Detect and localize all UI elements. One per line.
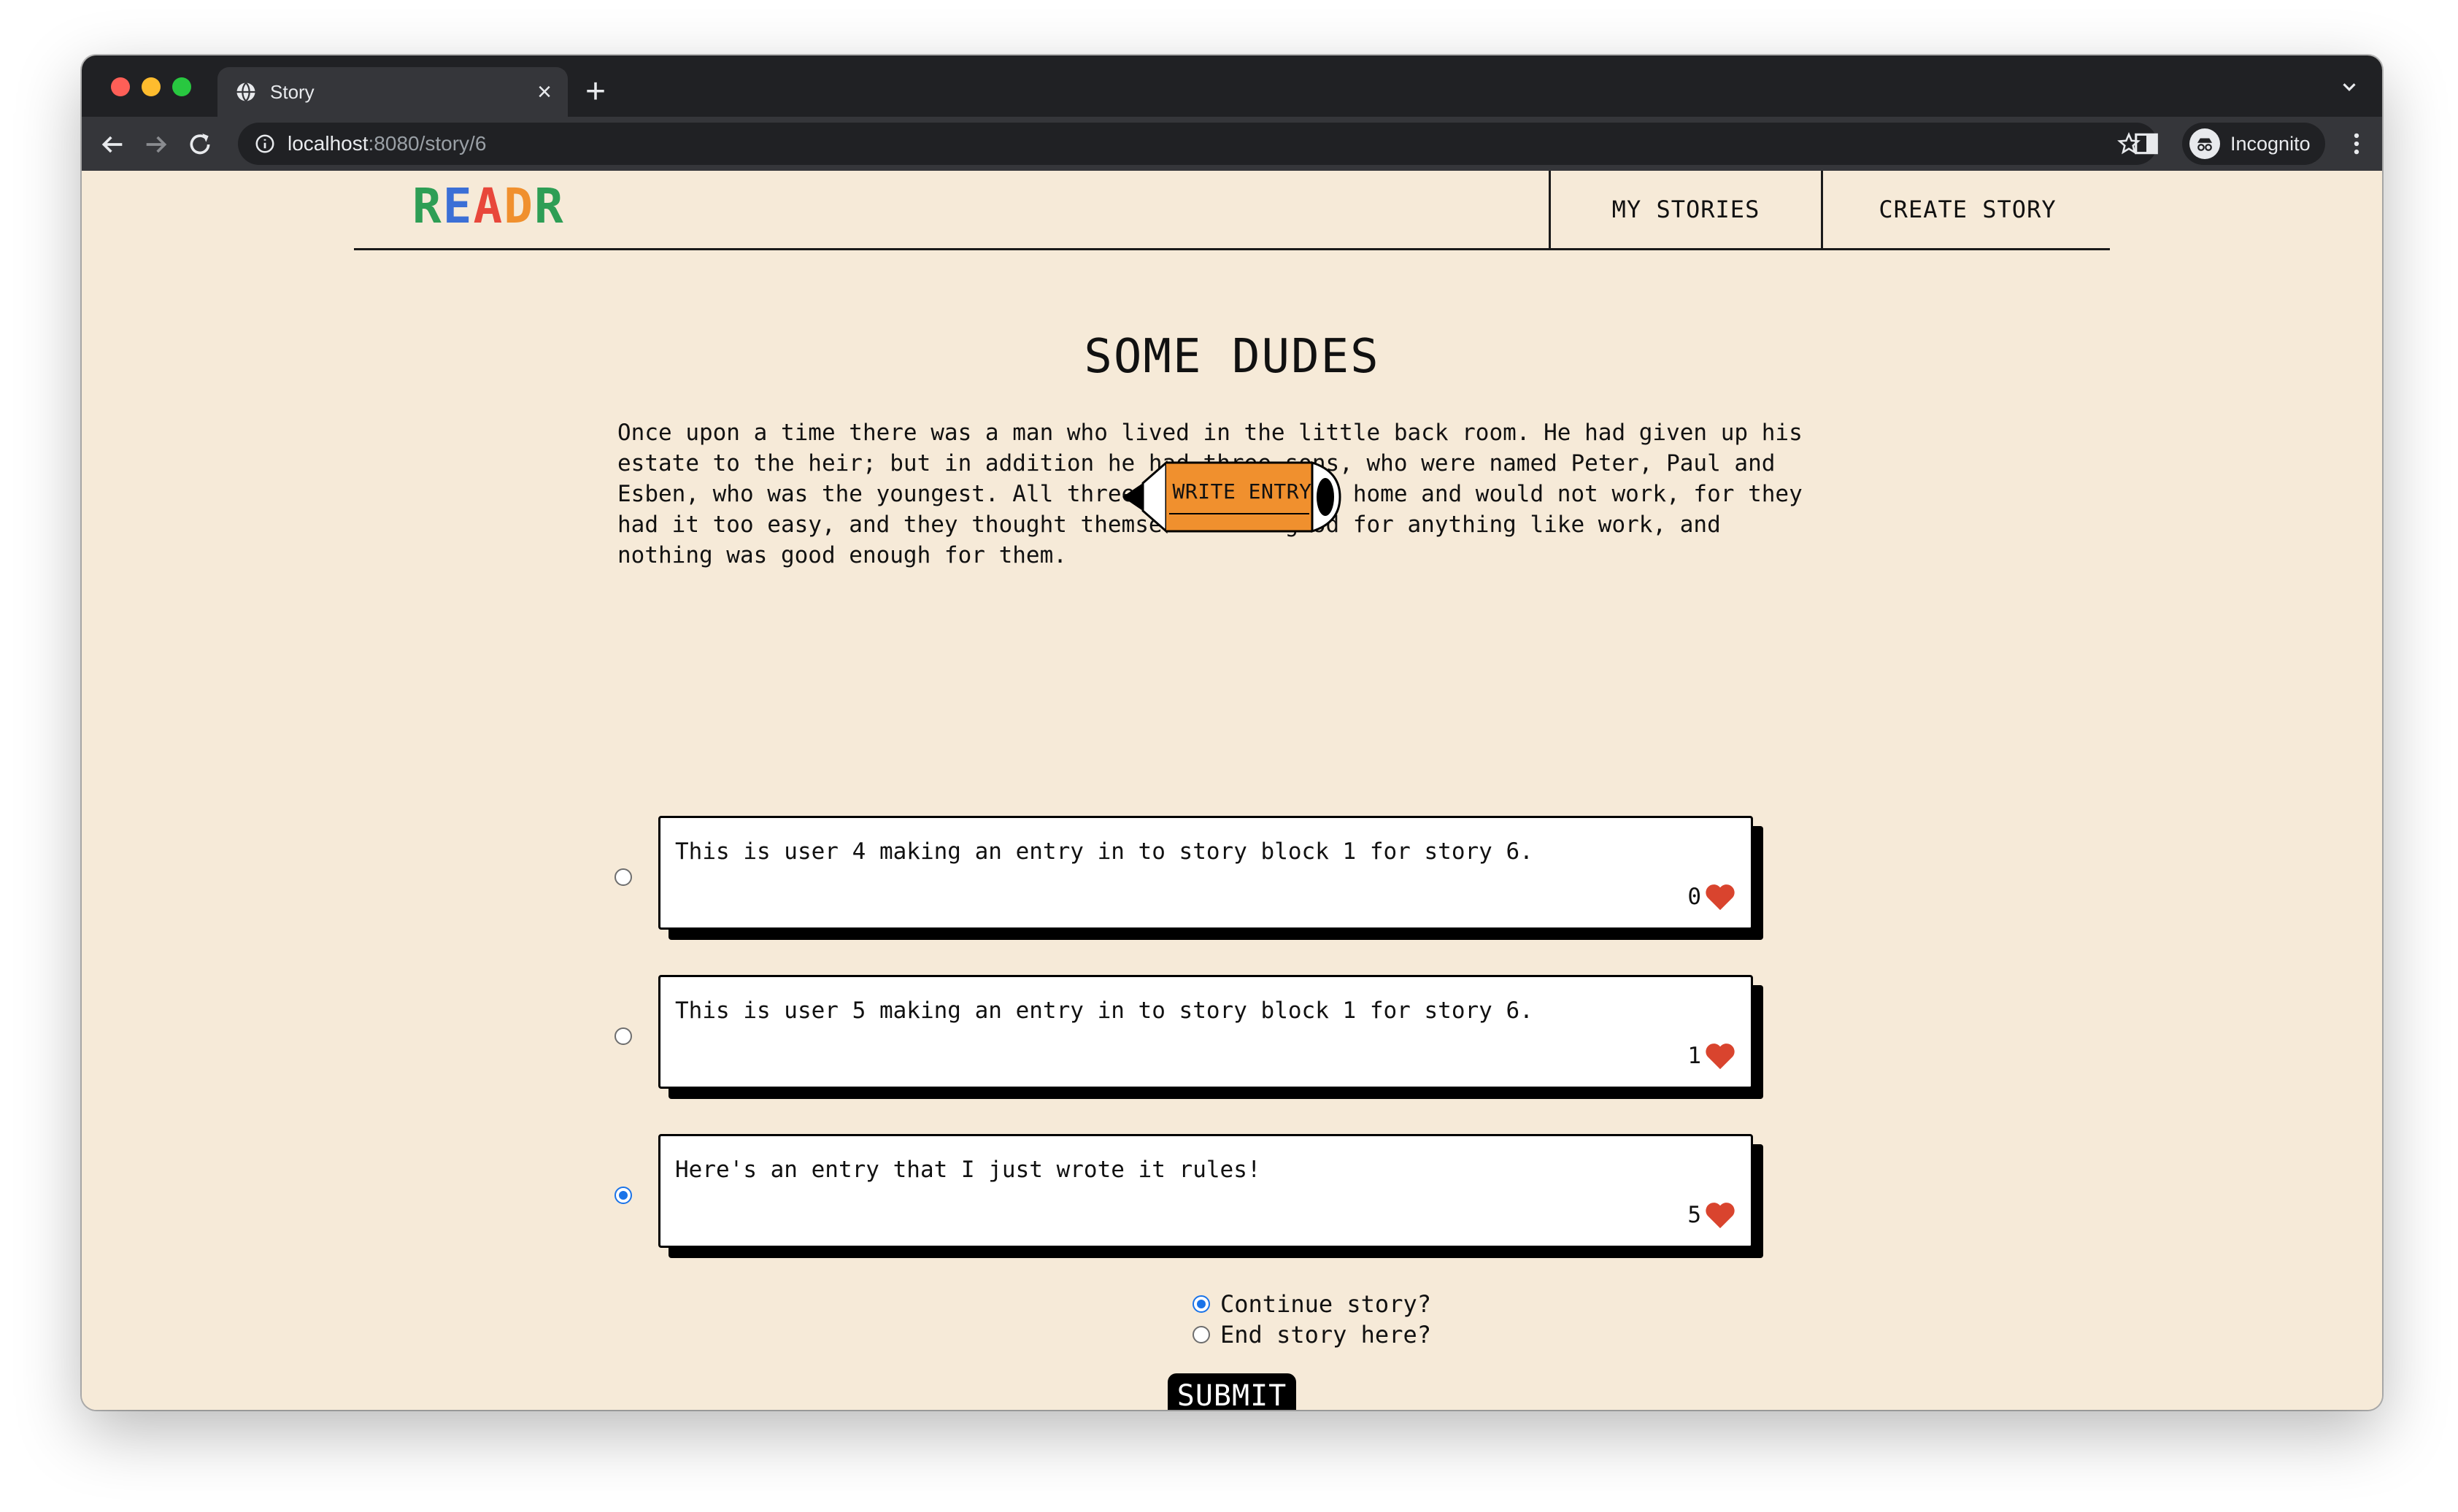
back-arrow-icon[interactable] bbox=[98, 130, 127, 159]
entry-likes[interactable]: 1 bbox=[1687, 1041, 1736, 1071]
close-window-button[interactable] bbox=[111, 77, 130, 96]
more-menu-icon[interactable] bbox=[2343, 130, 2370, 158]
end-story-option[interactable]: End story here? bbox=[1193, 1321, 1431, 1349]
browser-tab[interactable]: Story × bbox=[217, 67, 568, 117]
logo-letter: A bbox=[473, 178, 504, 234]
side-panel-icon[interactable] bbox=[2133, 130, 2160, 158]
entry-radio[interactable] bbox=[614, 868, 632, 886]
window-controls bbox=[111, 77, 191, 96]
like-count: 0 bbox=[1687, 884, 1701, 910]
tab-bar: Story × + bbox=[82, 55, 2382, 117]
forward-arrow-icon[interactable] bbox=[142, 130, 171, 159]
heart-icon[interactable] bbox=[1704, 882, 1736, 911]
tab-title: Story bbox=[270, 80, 315, 103]
submit-button[interactable]: SUBMIT bbox=[1168, 1373, 1296, 1410]
site-header: READR MY STORIES CREATE STORY bbox=[354, 171, 2110, 250]
entry-text: This is user 4 making an entry in to sto… bbox=[675, 838, 1533, 865]
url-host: localhost bbox=[288, 132, 369, 155]
maximize-window-button[interactable] bbox=[172, 77, 191, 96]
end-story-radio[interactable] bbox=[1193, 1326, 1210, 1343]
logo-letter: R bbox=[412, 178, 443, 234]
write-entry-label: WRITE ENTRY bbox=[1172, 479, 1312, 504]
like-count: 1 bbox=[1687, 1043, 1701, 1069]
readr-logo[interactable]: READR bbox=[412, 178, 565, 234]
entry-likes[interactable]: 0 bbox=[1687, 882, 1736, 911]
url-text: localhost:8080/story/6 bbox=[288, 132, 486, 155]
continue-story-option[interactable]: Continue story? bbox=[1193, 1290, 1431, 1318]
heart-icon[interactable] bbox=[1704, 1200, 1736, 1230]
entry-card[interactable]: Here's an entry that I just wrote it rul… bbox=[658, 1134, 1753, 1248]
incognito-icon bbox=[2189, 128, 2220, 159]
globe-icon bbox=[236, 82, 255, 102]
chevron-down-icon[interactable] bbox=[2338, 76, 2360, 98]
browser-toolbar: localhost:8080/story/6 Incognito bbox=[82, 117, 2382, 171]
story-line: nothing was good enough for them. bbox=[617, 542, 1067, 568]
reload-icon[interactable] bbox=[185, 130, 215, 159]
new-tab-button[interactable]: + bbox=[585, 72, 606, 112]
write-entry-button[interactable]: WRITE ENTRY bbox=[1121, 457, 1347, 537]
end-story-label: End story here? bbox=[1220, 1321, 1431, 1349]
entry-card[interactable]: This is user 5 making an entry in to sto… bbox=[658, 975, 1753, 1089]
nav-create-story[interactable]: CREATE STORY bbox=[1821, 171, 2112, 248]
entry-likes[interactable]: 5 bbox=[1687, 1200, 1736, 1230]
info-icon[interactable] bbox=[254, 133, 276, 155]
entry-radio[interactable] bbox=[614, 1027, 632, 1045]
story-line: Once upon a time there was a man who liv… bbox=[617, 420, 1803, 446]
entry-row: This is user 5 making an entry in to sto… bbox=[614, 975, 1855, 1099]
entry-row: Here's an entry that I just wrote it rul… bbox=[614, 1134, 1855, 1258]
logo-letter: E bbox=[442, 178, 474, 234]
entry-radio[interactable] bbox=[614, 1187, 632, 1204]
incognito-label: Incognito bbox=[2230, 132, 2311, 155]
continue-story-radio[interactable] bbox=[1193, 1295, 1210, 1313]
url-path: :8080/story/6 bbox=[368, 132, 487, 155]
heart-icon[interactable] bbox=[1704, 1041, 1736, 1071]
logo-letter: R bbox=[534, 178, 565, 234]
nav-my-stories[interactable]: MY STORIES bbox=[1549, 171, 1821, 248]
page-content: READR MY STORIES CREATE STORY SOME DUDES… bbox=[82, 171, 2382, 1410]
entry-card[interactable]: This is user 4 making an entry in to sto… bbox=[658, 816, 1753, 930]
like-count: 5 bbox=[1687, 1202, 1701, 1228]
address-bar[interactable]: localhost:8080/story/6 bbox=[238, 123, 2157, 165]
minimize-window-button[interactable] bbox=[142, 77, 161, 96]
tab-close-icon[interactable]: × bbox=[537, 78, 552, 107]
entry-row: This is user 4 making an entry in to sto… bbox=[614, 816, 1855, 940]
incognito-badge[interactable]: Incognito bbox=[2182, 123, 2325, 165]
entry-text: Here's an entry that I just wrote it rul… bbox=[675, 1157, 1261, 1183]
entry-text: This is user 5 making an entry in to sto… bbox=[675, 998, 1533, 1024]
continue-story-label: Continue story? bbox=[1220, 1290, 1431, 1318]
logo-letter: D bbox=[504, 178, 534, 234]
story-title: SOME DUDES bbox=[1084, 330, 1380, 384]
browser-window: Story × + localhost:8080/story/6 Incogni… bbox=[82, 55, 2382, 1410]
